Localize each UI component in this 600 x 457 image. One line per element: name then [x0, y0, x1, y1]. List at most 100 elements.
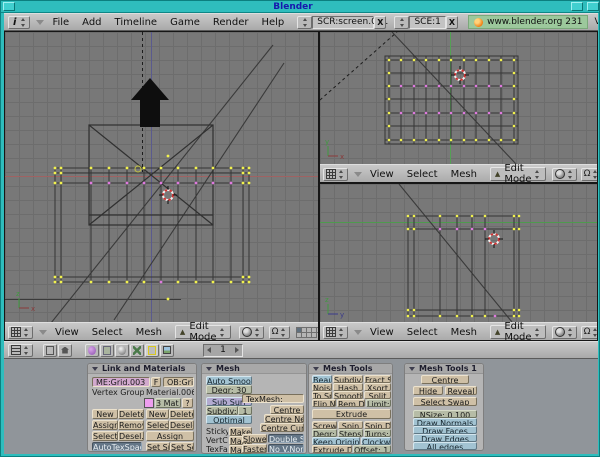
panel-collapse-icon[interactable] [206, 367, 212, 371]
slower-draw-button[interactable]: SlowerDraw [242, 434, 267, 443]
noise-button[interactable]: Noise [312, 383, 332, 391]
menu-add[interactable]: Add [82, 17, 101, 28]
hash-button[interactable]: Hash [333, 383, 363, 391]
all-edges-toggle[interactable]: All edges [413, 442, 477, 450]
window-menu-button[interactable] [3, 2, 15, 11]
draw-faces-toggle[interactable]: Draw Faces [413, 426, 477, 434]
set-solid-button[interactable]: Set Solid [170, 442, 194, 451]
fract-subd-button[interactable]: Fract Subd [364, 375, 391, 383]
beauty-toggle[interactable]: Beauty [312, 375, 332, 383]
layer-buttons-group1[interactable] [296, 327, 319, 337]
menu-game[interactable]: Game [170, 17, 200, 28]
screen-name-field[interactable]: SCR:screen.001 [312, 16, 374, 29]
subdivide-button[interactable]: Subdivide [333, 375, 363, 383]
double-sided-toggle[interactable]: Double Sided [268, 434, 304, 443]
vgroup-remove-button[interactable]: Remove [118, 420, 144, 430]
pivot-dropdown[interactable]: Ω [581, 326, 598, 339]
menu-file[interactable]: File [52, 17, 69, 28]
menu-mesh[interactable]: Mesh [451, 169, 477, 180]
viewport-front-canvas[interactable]: z x [5, 32, 318, 322]
mode-dropdown[interactable]: ▲ Edit Mode [490, 325, 546, 339]
material-index-stepper[interactable]: 3 Mat 2 [155, 398, 181, 408]
auto-smooth-toggle[interactable]: Auto Smooth [206, 376, 252, 385]
window-type-button[interactable]: i [8, 16, 30, 29]
subdiv-field[interactable]: Subdiv: 1 [206, 406, 238, 415]
centre-new-button[interactable]: Centre New [264, 414, 304, 423]
turns-field[interactable]: Turns: 1 [364, 429, 391, 437]
menu-select[interactable]: Select [407, 327, 438, 338]
window-type-button[interactable] [8, 326, 33, 339]
no-vnormal-flip-toggle[interactable]: No V.Normal Flip [268, 444, 304, 453]
panel-collapse-icon[interactable] [409, 367, 415, 371]
draw-type-dropdown[interactable] [239, 326, 264, 339]
frame-prev-icon[interactable] [207, 347, 211, 353]
window-type-button[interactable] [8, 344, 33, 357]
to-sphere-button[interactable]: To Sphere [312, 391, 332, 399]
pivot-dropdown[interactable]: Ω [581, 168, 598, 181]
object-name-field[interactable]: OB:Grid [163, 377, 194, 387]
fake-user-button[interactable]: F [151, 377, 161, 387]
script-context-button[interactable] [100, 344, 114, 357]
panel-header[interactable]: Link and Materials [88, 364, 196, 374]
keep-original-toggle[interactable]: Keep Original [312, 437, 360, 445]
screen-delete-button[interactable]: X [374, 16, 386, 29]
header-collapse-icon[interactable] [39, 330, 47, 335]
shading-context-button[interactable] [115, 344, 129, 357]
extrude-dup-button[interactable]: Extrude Dup [312, 445, 352, 453]
mode-dropdown[interactable]: ▲ Edit Mode [175, 325, 231, 339]
vgroup-delete-button[interactable]: Delete [118, 409, 144, 419]
texmesh-field[interactable]: TexMesh: [242, 394, 304, 403]
draw-type-dropdown[interactable] [552, 326, 577, 339]
window-type-button[interactable] [323, 326, 348, 339]
draw-normals-toggle[interactable]: Draw Normals [413, 418, 477, 426]
frame-number-field[interactable]: 1 [203, 344, 243, 357]
pivot-dropdown[interactable]: Ω [269, 326, 291, 339]
centre-cursor-button[interactable]: Centre Cursor [260, 423, 304, 432]
clockwise-toggle[interactable]: Clockwise [361, 437, 391, 445]
spin-button[interactable]: Spin [338, 421, 363, 429]
material-delete-button[interactable]: Delete [169, 409, 194, 419]
header-collapse-icon[interactable] [354, 172, 362, 177]
split-button[interactable]: Split [364, 391, 391, 399]
menu-render[interactable]: Render [213, 17, 249, 28]
header-collapse-icon[interactable] [354, 330, 362, 335]
menu-timeline[interactable]: Timeline [115, 17, 158, 28]
panel-collapse-icon[interactable] [92, 367, 98, 371]
editing-context-button[interactable] [145, 344, 159, 357]
material-deselect-button[interactable]: Deselect [169, 420, 194, 430]
subdiv-render-field[interactable]: 1 [238, 406, 252, 415]
reveal-button[interactable]: Reveal [445, 386, 477, 395]
autotexspace-toggle[interactable]: AutoTexSpace [92, 442, 142, 451]
draw-type-dropdown[interactable] [552, 168, 577, 181]
panels-alignment-button[interactable] [43, 344, 57, 357]
vgroup-deselect-button[interactable]: Desel. [118, 431, 144, 441]
window-type-button[interactable] [323, 168, 348, 181]
menu-help[interactable]: Help [261, 17, 284, 28]
vgroup-new-button[interactable]: New [92, 409, 118, 419]
scene-name-field[interactable]: SCE:1 [409, 16, 445, 29]
steps-field[interactable]: Steps: 9 [338, 429, 363, 437]
extrude-button[interactable]: Extrude [312, 409, 391, 419]
material-color-swatch[interactable] [144, 398, 154, 408]
scene-delete-button[interactable]: X [446, 16, 458, 29]
viewport-side-canvas[interactable]: z y [320, 184, 597, 322]
panel-header[interactable]: Mesh Tools 1 [405, 364, 483, 374]
flip-normals-button[interactable]: Flip Normals [312, 399, 336, 407]
scene-browse-button[interactable] [394, 16, 409, 29]
scene-context-button[interactable] [160, 344, 174, 357]
set-smooth-button[interactable]: Set Smooth [146, 442, 170, 451]
mode-dropdown[interactable]: ▲ Edit Mode [490, 167, 546, 181]
menu-select[interactable]: Select [407, 169, 438, 180]
smooth-button[interactable]: Smooth [333, 391, 363, 399]
menu-view[interactable]: View [55, 327, 79, 338]
viewport-top-canvas[interactable]: y x [320, 32, 597, 164]
centre-button[interactable]: Centre [421, 375, 469, 384]
menu-mesh[interactable]: Mesh [451, 327, 477, 338]
menu-select[interactable]: Select [92, 327, 123, 338]
vgroup-select-button[interactable]: Select [92, 431, 118, 441]
header-collapse-icon[interactable] [36, 20, 44, 25]
frame-next-icon[interactable] [235, 347, 239, 353]
screen-browse-button[interactable] [297, 16, 312, 29]
limit-field[interactable]: Limit: 0.001 [366, 399, 391, 407]
screw-button[interactable]: Screw [312, 421, 337, 429]
